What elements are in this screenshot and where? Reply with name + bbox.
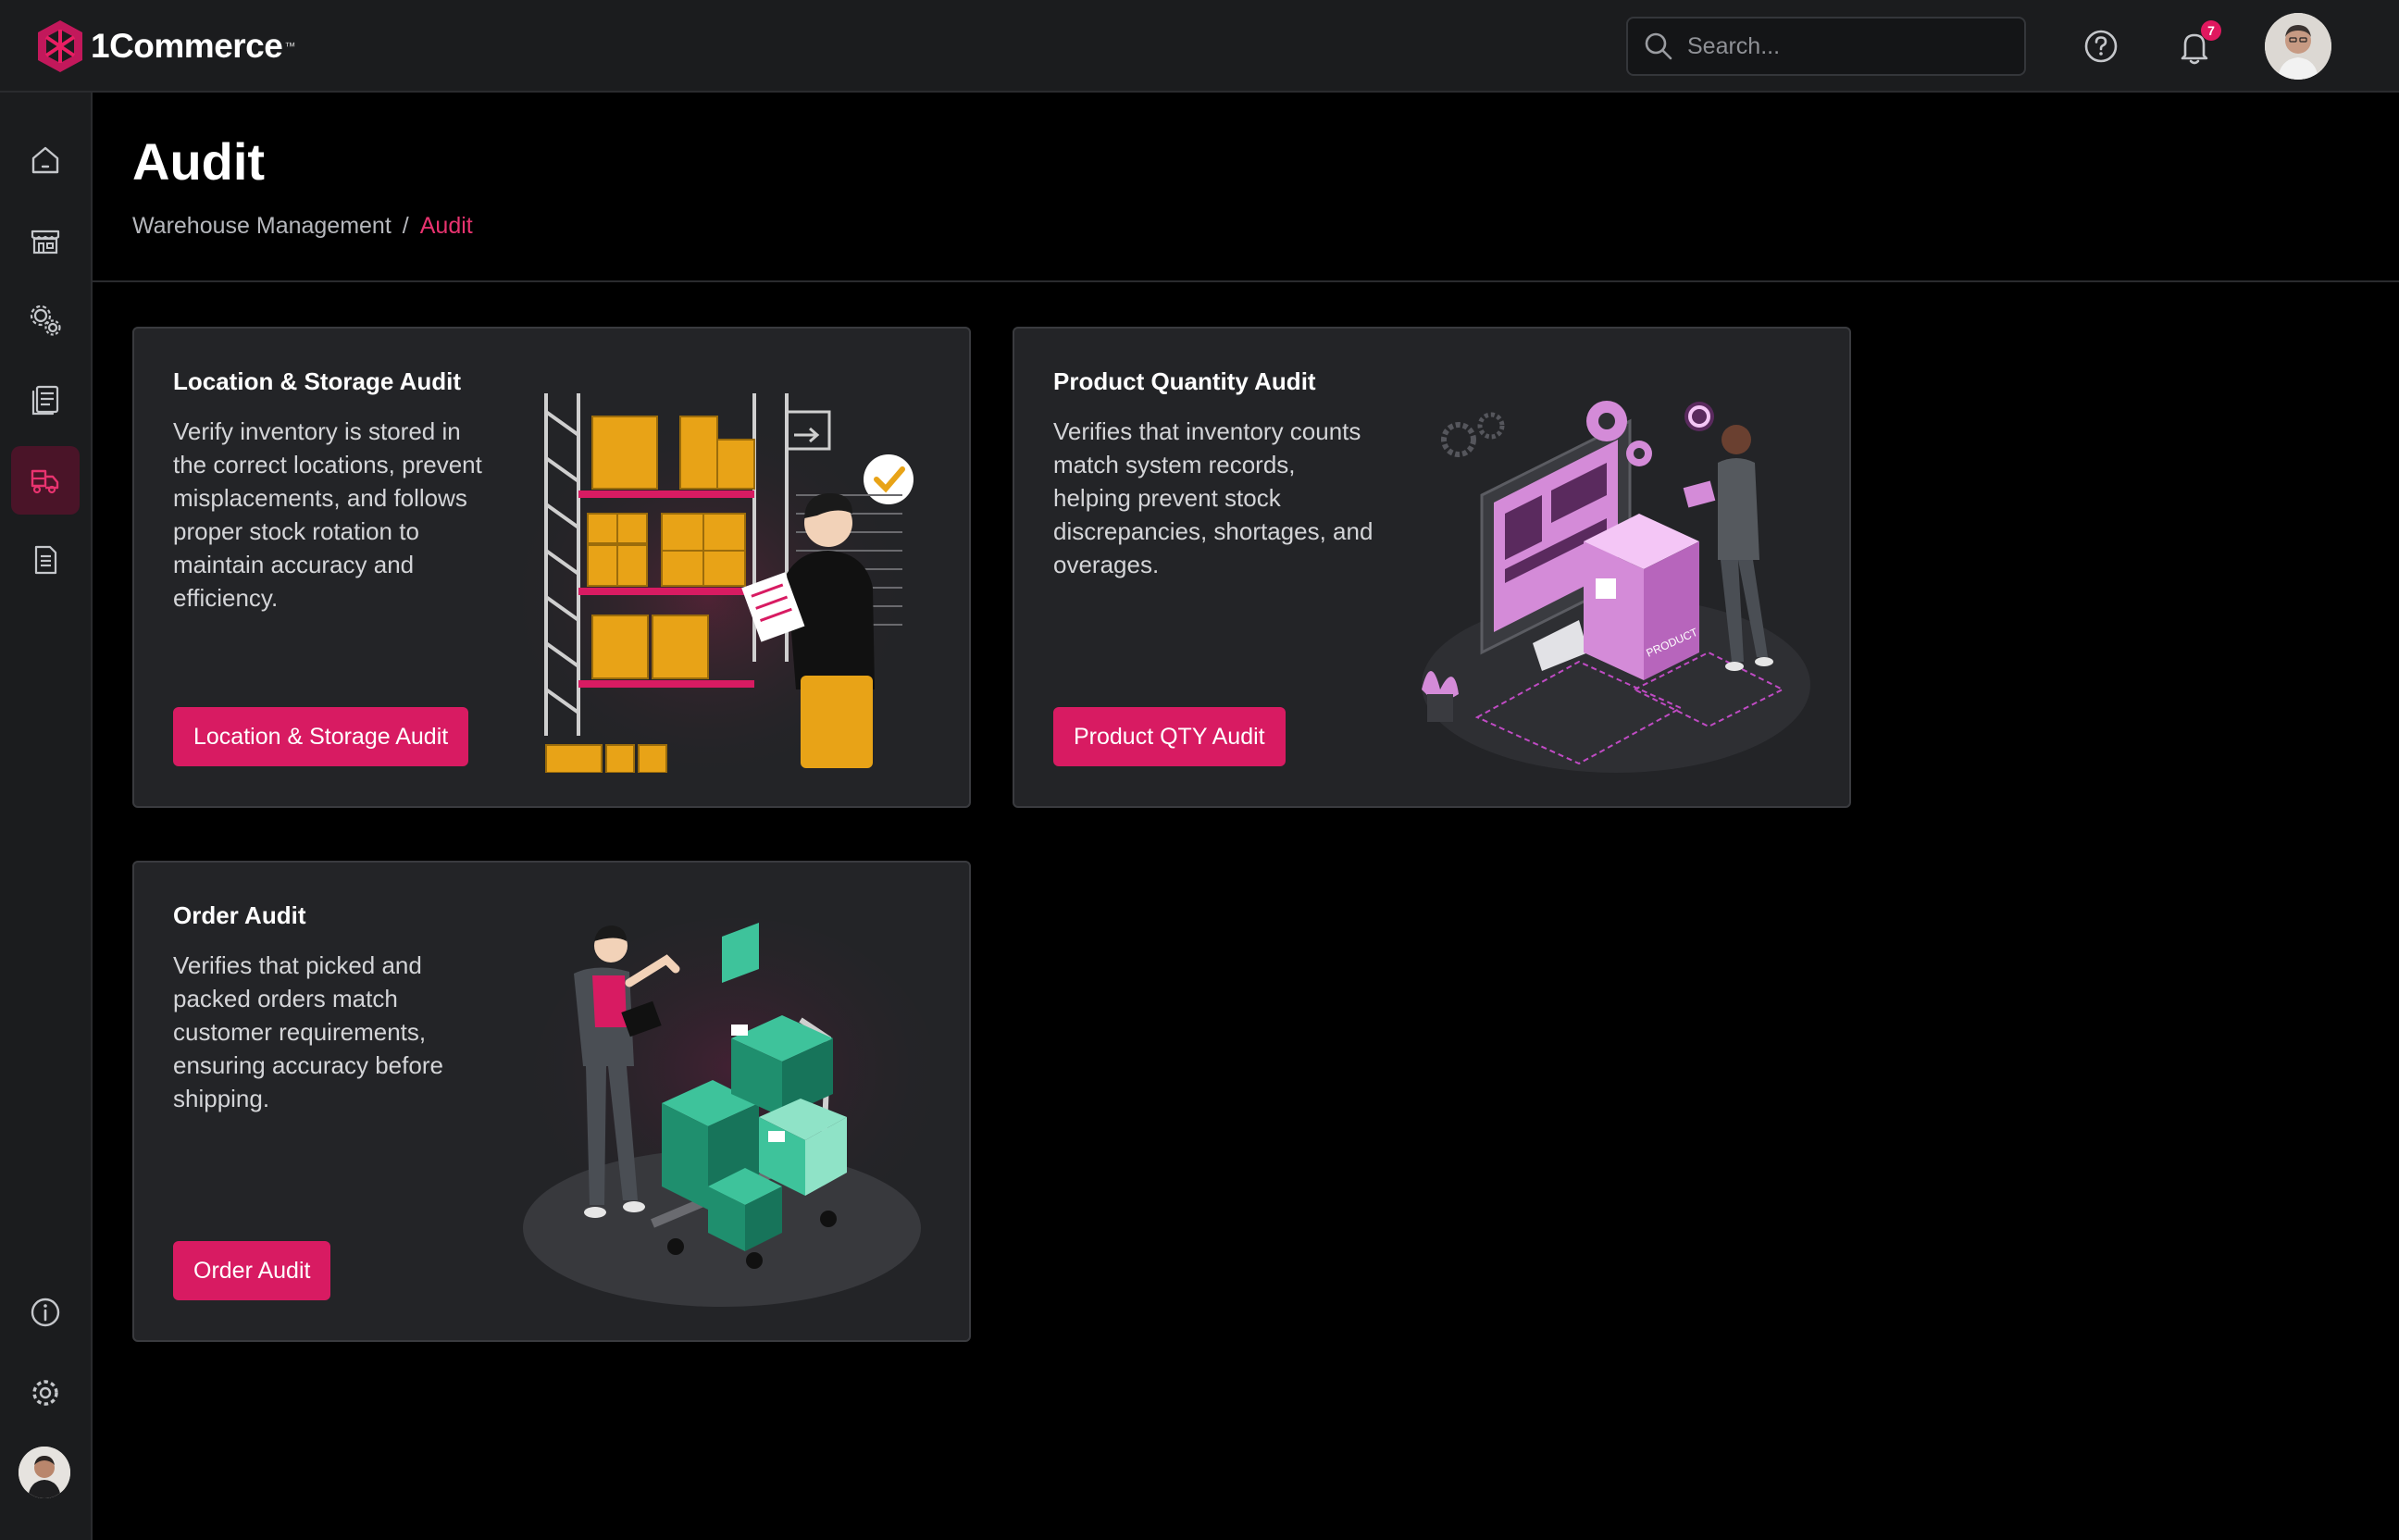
product-quantity-audit-card: Product Quantity Audit Verifies that inv…	[1013, 327, 1851, 808]
top-bar: 1Commerce™ 7	[0, 0, 2399, 93]
store-icon	[31, 230, 60, 255]
breadcrumb-parent[interactable]: Warehouse Management	[132, 213, 392, 239]
warehouse-truck-icon	[31, 469, 59, 494]
order-boxes-illustration	[523, 918, 930, 1307]
sidebar	[0, 93, 93, 1540]
location-storage-audit-button[interactable]: Location & Storage Audit	[173, 707, 469, 766]
settings-icon	[32, 1380, 58, 1406]
home-icon	[31, 146, 59, 174]
info-icon	[31, 1298, 60, 1327]
page-title: Audit	[132, 132, 266, 191]
sidebar-item-documents[interactable]	[11, 526, 80, 594]
sidebar-item-home[interactable]	[11, 126, 80, 194]
catalog-icon	[31, 385, 59, 416]
search-box[interactable]	[1626, 17, 2026, 76]
card-description: Verify inventory is stored in the correc…	[173, 417, 482, 612]
logo-icon	[38, 20, 82, 72]
gears-icon	[30, 304, 61, 336]
breadcrumb-current: Audit	[419, 213, 473, 239]
app-name: 1Commerce	[91, 27, 283, 65]
help-icon	[2084, 30, 2118, 63]
app-trademark: ™	[284, 40, 296, 53]
user-avatar[interactable]	[2265, 13, 2331, 80]
document-icon	[34, 545, 57, 575]
sidebar-item-warehouse[interactable]	[11, 446, 80, 515]
sidebar-item-settings[interactable]	[11, 1359, 80, 1427]
card-title: Location & Storage Audit	[173, 367, 462, 395]
order-audit-card: Order Audit Verifies that picked and pac…	[132, 861, 971, 1342]
order-audit-button[interactable]: Order Audit	[173, 1241, 331, 1300]
sidebar-user-avatar[interactable]	[19, 1447, 70, 1498]
warehouse-shelves-illustration	[523, 393, 914, 773]
card-title: Order Audit	[173, 901, 306, 929]
sidebar-item-store[interactable]	[11, 206, 80, 275]
breadcrumb: Warehouse Management / Audit	[132, 213, 473, 240]
search-icon	[1645, 32, 1672, 60]
header-divider	[93, 280, 2399, 282]
search-input[interactable]	[1687, 32, 2002, 60]
sidebar-avatar-image	[19, 1447, 70, 1498]
card-title: Product Quantity Audit	[1053, 367, 1316, 395]
product-qty-audit-button[interactable]: Product QTY Audit	[1053, 707, 1286, 766]
notification-badge: 7	[2201, 20, 2221, 41]
breadcrumb-separator: /	[402, 213, 409, 239]
card-description: Verifies that inventory counts match sys…	[1053, 417, 1374, 578]
user-avatar-image	[2265, 13, 2331, 80]
help-button[interactable]	[2079, 24, 2123, 68]
location-storage-audit-card: Location & Storage Audit Verify inventor…	[132, 327, 971, 808]
sidebar-item-catalog[interactable]	[11, 366, 80, 434]
app-logo[interactable]: 1Commerce ™	[35, 19, 295, 74]
sidebar-item-operations[interactable]	[11, 286, 80, 354]
sidebar-item-info[interactable]	[11, 1278, 80, 1347]
product-quantity-illustration: PRODUCT	[1422, 401, 1810, 773]
card-description: Verifies that picked and packed orders m…	[173, 951, 443, 1112]
